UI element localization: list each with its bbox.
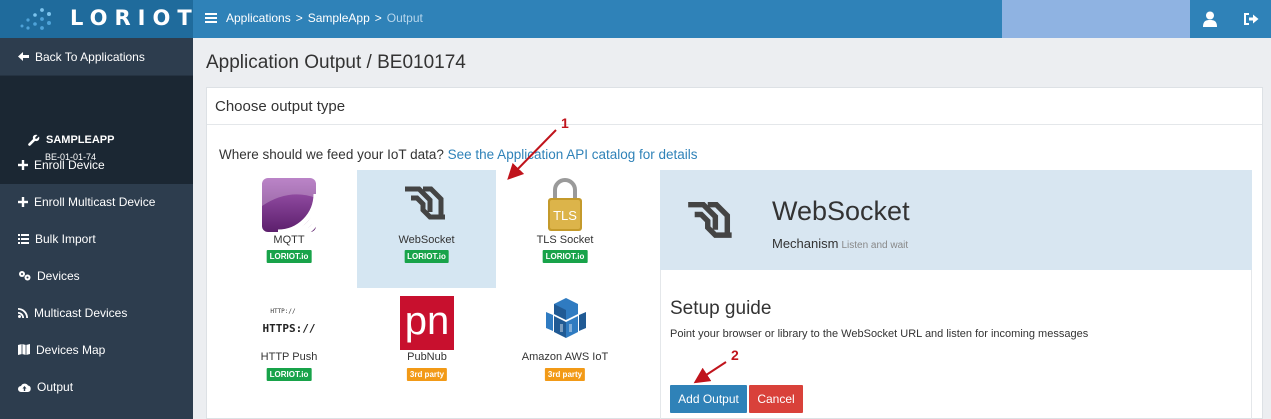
breadcrumb-sampleapp[interactable]: SampleApp — [308, 11, 370, 25]
websocket-icon — [405, 186, 445, 220]
sidebar-item-devices-map[interactable]: Devices Map — [0, 331, 193, 368]
http-icon: HTTP:// — [270, 308, 296, 315]
api-catalog-link[interactable]: See the Application API catalog for deta… — [448, 147, 698, 162]
https-icon: HTTPS:// — [262, 322, 316, 335]
wrench-icon — [28, 134, 40, 146]
sidebar-item-label: Enroll Device — [34, 157, 105, 172]
output-panel: Choose output type Where should we feed … — [206, 87, 1263, 419]
mqtt-icon — [262, 178, 316, 232]
cloud-upload-icon — [18, 383, 31, 392]
page-title: Application Output / BE010174 — [206, 52, 466, 73]
map-icon — [18, 344, 30, 355]
cancel-button[interactable]: Cancel — [749, 385, 803, 413]
logo[interactable]: LORIOT — [0, 0, 193, 38]
pubnub-icon: pn — [400, 296, 454, 350]
rss-icon — [18, 307, 28, 318]
question-text: Where should we feed your IoT data? See … — [219, 147, 698, 162]
hamburger-menu-icon[interactable] — [205, 12, 217, 24]
loriot-badge: LORIOT.io — [542, 250, 588, 263]
arrow-left-icon — [18, 52, 29, 61]
sidebar-item-enroll-device[interactable]: Enroll Device — [0, 146, 193, 183]
loriot-badge: LORIOT.io — [266, 368, 312, 381]
user-icon — [1203, 11, 1217, 27]
top-bar: LORIOT Applications > SampleApp > Output — [0, 0, 1271, 38]
output-detail-title: WebSocket — [772, 196, 910, 226]
output-type-label: TLS Socket — [536, 234, 594, 246]
plus-icon — [18, 159, 28, 170]
output-type-pubnub[interactable]: pn PubNub 3rd party — [358, 288, 496, 404]
sidebar-item-label: Enroll Multicast Device — [34, 194, 156, 209]
sidebar-item-label: Devices Map — [36, 342, 106, 357]
loriot-badge: LORIOT.io — [266, 250, 312, 263]
setup-guide-description: Point your browser or library to the Web… — [670, 328, 1089, 340]
svg-text:TLS: TLS — [553, 208, 577, 223]
third-party-badge: 3rd party — [406, 368, 448, 381]
output-type-http-push[interactable]: HTTP:// HTTPS:// HTTP Push LORIOT.io — [220, 288, 358, 404]
sidebar-item-multicast-devices[interactable]: Multicast Devices — [0, 294, 193, 331]
output-type-label: MQTT — [273, 234, 305, 246]
sidebar-item-label: Output — [37, 379, 74, 394]
output-type-label: HTTP Push — [260, 351, 318, 363]
output-type-label: Amazon AWS IoT — [521, 351, 609, 363]
output-type-label: PubNub — [407, 351, 447, 363]
app-name: SAMPLEAPP — [46, 134, 115, 146]
plus-icon — [18, 196, 28, 207]
add-output-button[interactable]: Add Output — [670, 385, 747, 413]
sidebar-item-enroll-multicast-device[interactable]: Enroll Multicast Device — [0, 183, 193, 220]
topbar-search-area — [1002, 0, 1190, 38]
list-icon — [18, 233, 29, 244]
annotation-2: 2 — [731, 347, 739, 363]
output-type-mqtt[interactable]: MQTT LORIOT.io — [220, 170, 358, 286]
output-detail-header: WebSocket Mechanism Listen and wait — [660, 170, 1252, 270]
sidebar-item-devices[interactable]: Devices — [0, 257, 193, 294]
sidebar-item-label: Devices — [37, 268, 80, 283]
back-label: Back To Applications — [35, 49, 145, 64]
mechanism-text: Mechanism Listen and wait — [772, 236, 909, 251]
breadcrumb-output: Output — [386, 11, 423, 25]
sidebar: Back To Applications SAMPLEAPP BE-01-01-… — [0, 38, 193, 419]
devices-icon — [19, 271, 31, 281]
back-to-applications[interactable]: Back To Applications — [0, 38, 193, 76]
loriot-badge: LORIOT.io — [404, 250, 449, 263]
loriot-dots-icon — [20, 8, 51, 30]
mechanism-subtext: Listen and wait — [841, 240, 909, 251]
aws-iot-icon — [546, 298, 586, 338]
setup-guide-title: Setup guide — [670, 298, 772, 319]
logo-text: LORIOT — [70, 6, 199, 30]
user-button[interactable] — [1190, 0, 1230, 38]
output-type-websocket[interactable]: WebSocket LORIOT.io — [357, 170, 496, 288]
panel-title: Choose output type — [207, 88, 1262, 125]
logout-button[interactable] — [1230, 0, 1271, 38]
output-type-aws-iot[interactable]: Amazon AWS IoT 3rd party — [496, 288, 634, 404]
breadcrumb: Applications > SampleApp > Output — [226, 11, 423, 25]
padlock-icon: TLS — [548, 178, 582, 231]
websocket-icon — [688, 201, 732, 238]
sidebar-item-label: Bulk Import — [35, 231, 96, 246]
annotation-1: 1 — [561, 115, 569, 131]
third-party-badge: 3rd party — [544, 368, 586, 381]
sidebar-item-label: Multicast Devices — [34, 305, 128, 320]
breadcrumb-applications[interactable]: Applications — [226, 11, 291, 25]
sidebar-item-bulk-import[interactable]: Bulk Import — [0, 220, 193, 257]
sidebar-item-output[interactable]: Output — [0, 368, 193, 405]
setup-guide: Setup guide Point your browser or librar… — [660, 270, 1252, 419]
output-type-tls-socket[interactable]: TLS TLS Socket LORIOT.io — [496, 170, 634, 286]
sign-out-icon — [1243, 13, 1258, 25]
output-type-label: WebSocket — [398, 234, 455, 246]
